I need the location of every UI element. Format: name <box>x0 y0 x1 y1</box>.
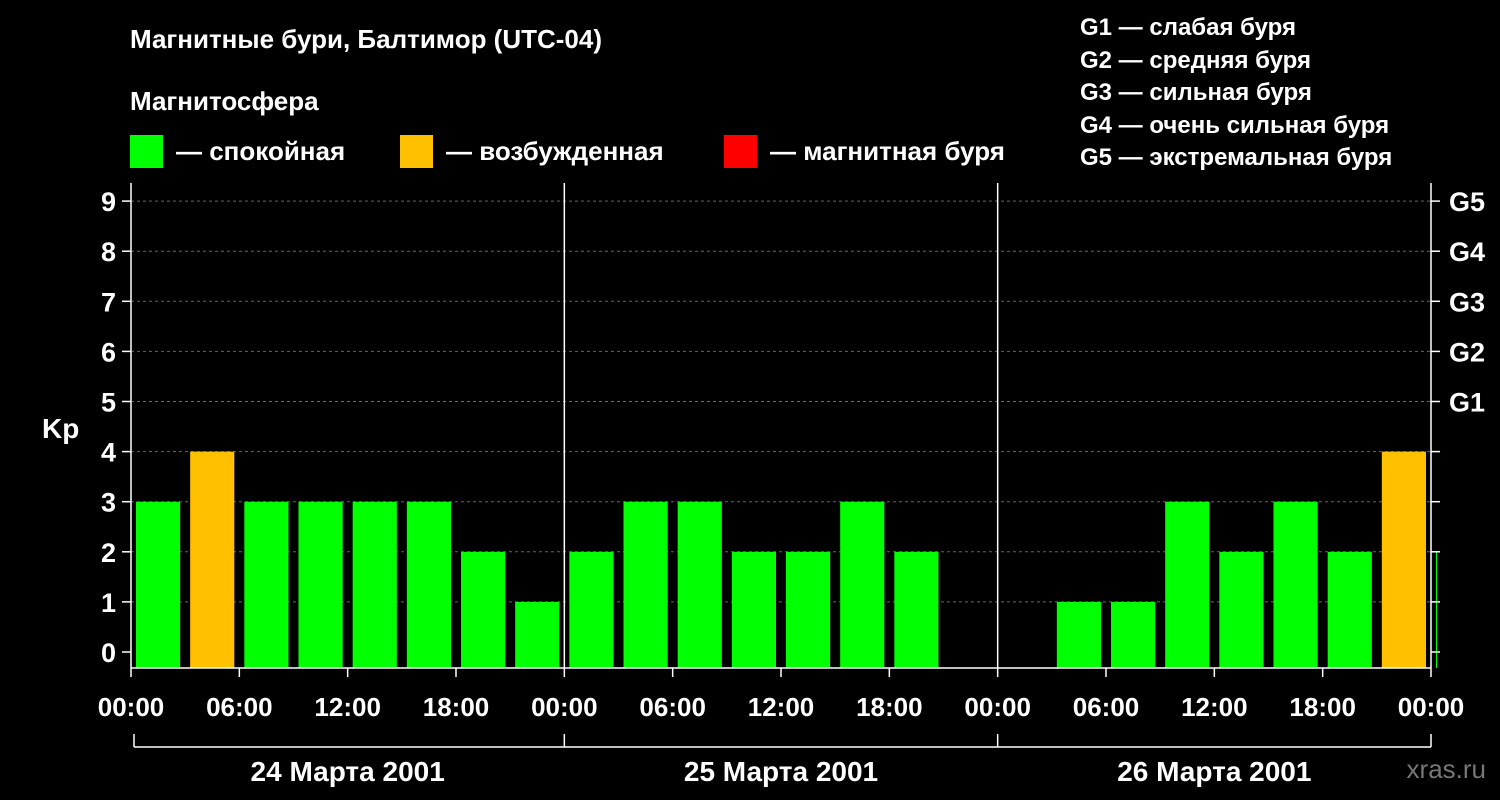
x-tick-label: 00:00 <box>531 692 598 722</box>
kp-bar <box>352 501 397 668</box>
x-tick-label: 12:00 <box>314 692 381 722</box>
g-tick-label: G2 <box>1449 337 1485 367</box>
kp-chart: 0 1 2 3 4 5 6 7 8 9 G1 G2 G3 G4 G5 00:00 06:00 12:00 18:00… <box>98 183 1485 787</box>
kp-bar <box>840 501 885 668</box>
kp-bar <box>461 551 506 668</box>
x-tick-label: 00:00 <box>964 692 1031 722</box>
g-tick-label: G4 <box>1449 237 1485 267</box>
y-tick-label: 8 <box>101 237 116 267</box>
x-tick-label: 18:00 <box>423 692 490 722</box>
kp-bar <box>190 451 235 668</box>
y-tick-label: 5 <box>101 388 116 418</box>
kp-bar <box>1111 601 1156 668</box>
y-tick-label: 3 <box>101 488 116 518</box>
kp-bar <box>515 601 560 668</box>
kp-bar <box>1165 501 1210 668</box>
x-tick-label: 18:00 <box>856 692 923 722</box>
kp-bar <box>406 501 451 668</box>
x-tick-label: 06:00 <box>1073 692 1140 722</box>
g-tick-label: G5 <box>1449 187 1485 217</box>
x-tick-label: 12:00 <box>1181 692 1248 722</box>
kp-bar <box>731 551 776 668</box>
x-tick-label: 12:00 <box>748 692 815 722</box>
kp-bar <box>569 551 614 668</box>
kp-bar <box>1381 451 1426 668</box>
kp-bar <box>1056 601 1101 668</box>
kp-bar <box>244 501 289 668</box>
kp-bar <box>298 501 343 668</box>
x-tick-label: 06:00 <box>206 692 273 722</box>
y-tick-label: 7 <box>101 287 116 317</box>
y-tick-label: 9 <box>101 187 116 217</box>
x-tick-label: 00:00 <box>98 692 165 722</box>
x-tick-label: 00:00 <box>1398 692 1465 722</box>
kp-bar <box>623 501 668 668</box>
kp-bar <box>1219 551 1264 668</box>
y-tick-label: 0 <box>101 638 116 668</box>
kp-bar <box>1436 551 1437 668</box>
y-tick-label: 4 <box>101 438 116 468</box>
kp-bar <box>136 501 181 668</box>
g-tick-label: G3 <box>1449 287 1485 317</box>
g-tick-label: G1 <box>1449 388 1485 418</box>
kp-bar <box>677 501 722 668</box>
y-tick-label: 2 <box>101 538 116 568</box>
x-tick-label: 06:00 <box>639 692 706 722</box>
kp-bar <box>786 551 831 668</box>
x-tick-label: 18:00 <box>1289 692 1356 722</box>
kp-bar <box>894 551 939 668</box>
kp-bar <box>1327 551 1372 668</box>
y-tick-label: 1 <box>101 588 116 618</box>
kp-bar <box>1273 501 1318 668</box>
watermark: xras.ru <box>1406 754 1486 784</box>
y-tick-label: 6 <box>101 337 116 367</box>
day-label: 25 Марта 2001 <box>684 756 878 787</box>
day-label: 26 Марта 2001 <box>1117 756 1311 787</box>
day-label: 24 Марта 2001 <box>251 756 445 787</box>
